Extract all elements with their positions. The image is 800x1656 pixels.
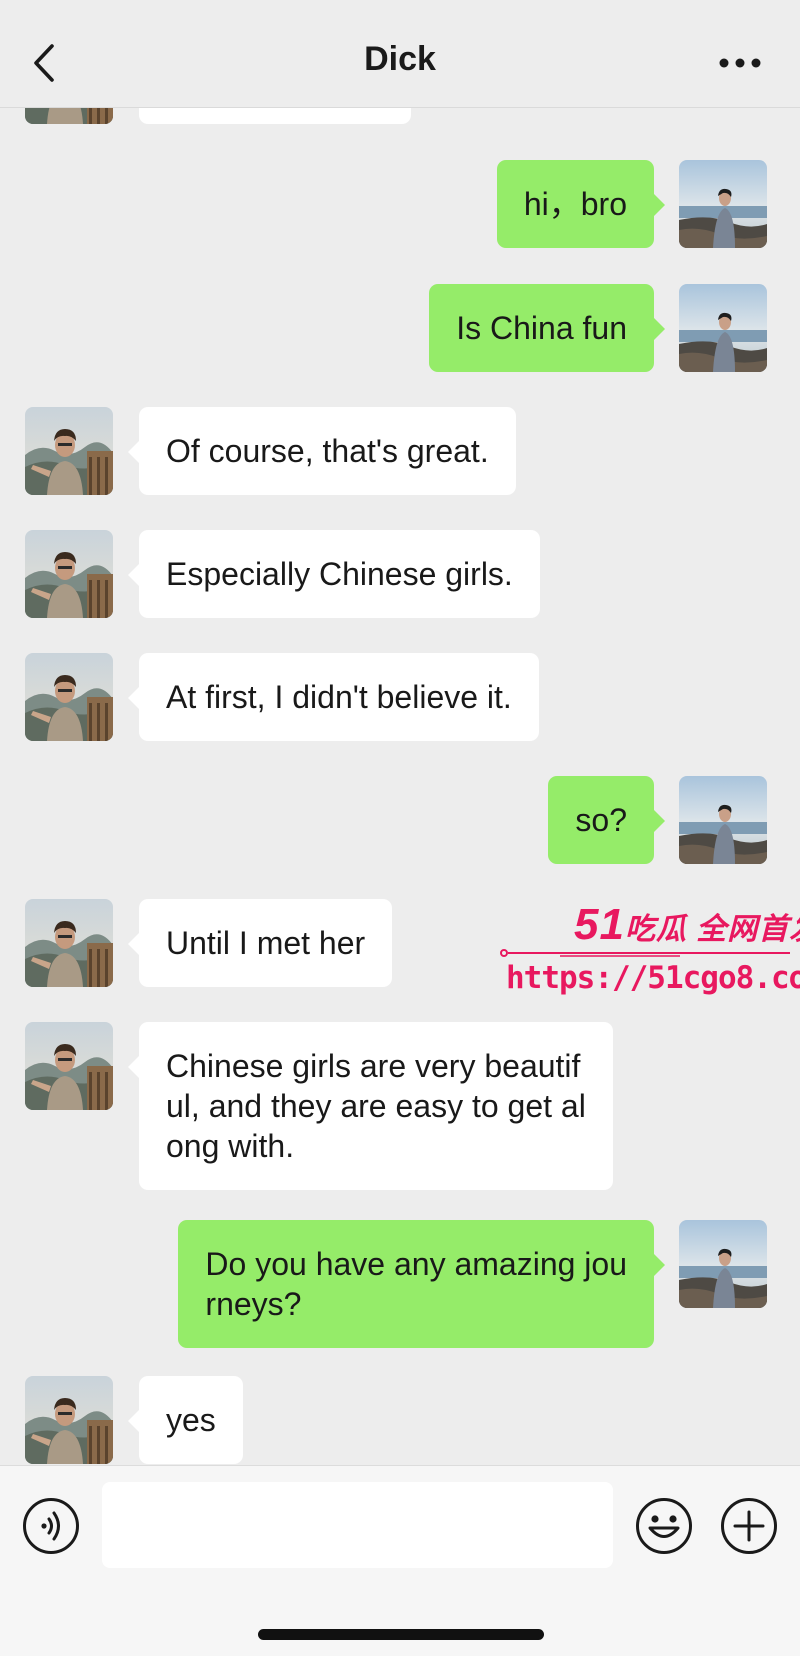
contact-avatar[interactable] — [25, 1022, 113, 1110]
message-bubble-incoming[interactable]: Especially Chinese girls. — [128, 530, 540, 618]
message-bubble-incoming[interactable]: Of course, that's great. — [128, 407, 516, 495]
my-avatar[interactable] — [679, 284, 767, 372]
chat-area: hi，bro Is China fun Of course, that's gr… — [0, 0, 800, 1465]
message-bubble-outgoing[interactable]: Is China fun — [429, 284, 665, 372]
message-bubble-outgoing[interactable]: Do you have any amazing jou rneys? — [178, 1220, 665, 1348]
watermark-brand: 51吃瓜 全网首发 — [574, 900, 800, 949]
emoji-icon[interactable] — [635, 1497, 693, 1555]
my-avatar[interactable] — [679, 160, 767, 248]
nav-header: Dick — [0, 0, 800, 108]
message-bubble-incoming[interactable]: Until I met her — [127, 899, 393, 987]
message-input[interactable] — [102, 1482, 613, 1568]
voice-icon[interactable] — [22, 1497, 80, 1555]
message-bubble-outgoing[interactable]: so? — [548, 776, 665, 864]
contact-avatar[interactable] — [25, 1376, 113, 1464]
my-avatar[interactable] — [679, 776, 767, 864]
message-bubble-incoming[interactable]: yes — [128, 1376, 243, 1464]
contact-avatar[interactable] — [25, 899, 113, 987]
input-bar — [0, 1465, 800, 1656]
watermark: 51吃瓜 全网首发 https://51cgo8.com — [496, 900, 800, 1000]
contact-avatar[interactable] — [25, 653, 113, 741]
home-indicator[interactable] — [258, 1629, 544, 1640]
plus-icon[interactable] — [720, 1497, 778, 1555]
message-bubble-incoming[interactable]: Chinese girls are very beautif ul, and t… — [128, 1022, 613, 1190]
message-bubble-outgoing[interactable]: hi，bro — [496, 160, 666, 248]
watermark-url: https://51cgo8.com — [506, 960, 800, 996]
more-dots-icon[interactable] — [718, 56, 762, 70]
my-avatar[interactable] — [679, 1220, 767, 1308]
watermark-circuit-line — [500, 949, 790, 957]
chat-title: Dick — [364, 40, 436, 78]
contact-avatar[interactable] — [25, 407, 113, 495]
message-bubble-incoming[interactable]: At first, I didn't believe it. — [128, 653, 539, 741]
contact-avatar[interactable] — [25, 530, 113, 618]
